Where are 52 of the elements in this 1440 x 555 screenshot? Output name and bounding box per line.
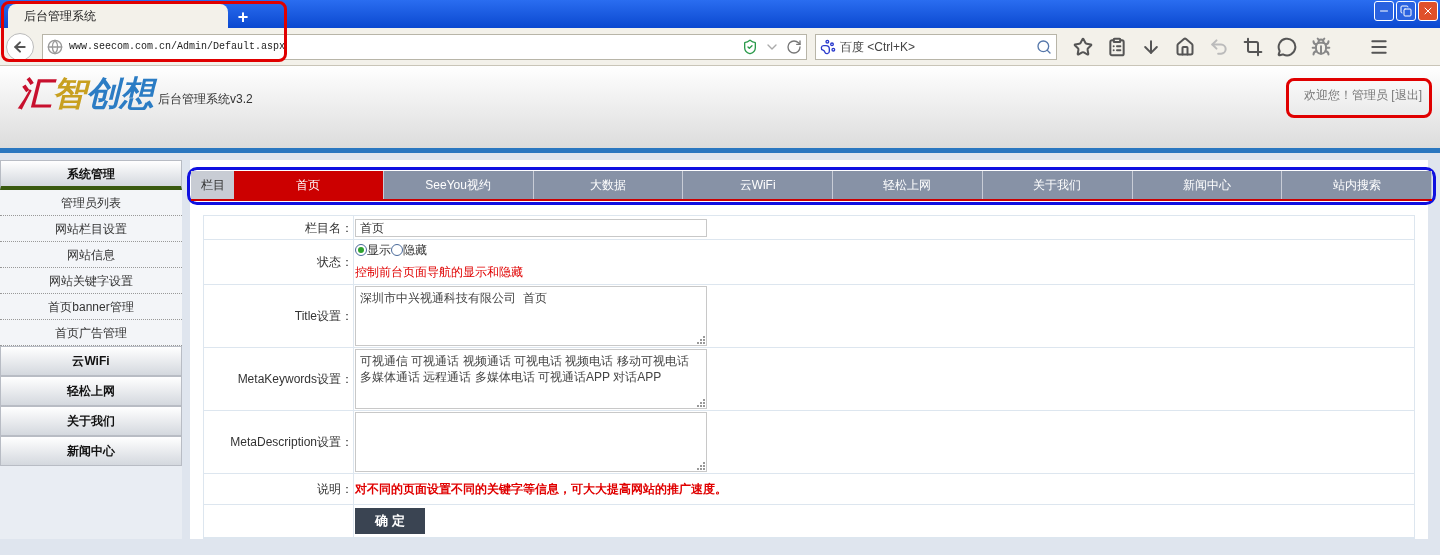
globe-icon <box>47 38 63 55</box>
bug-icon[interactable] <box>1311 36 1331 57</box>
chat-icon[interactable] <box>1277 36 1297 57</box>
radio-button[interactable] <box>391 244 403 256</box>
paw-icon[interactable] <box>820 38 836 55</box>
text-area[interactable]: 可视通信 可视通话 视频通话 可视电话 视频电话 移动可视电话 多媒体通话 远程通话 多媒体电话 可视通话APP 对话APP <box>355 349 707 409</box>
search-field[interactable]: 百度 <Ctrl+K> <box>815 33 1057 60</box>
sidebar-item[interactable]: 首页广告管理 <box>0 320 182 346</box>
hint-text: 控制前台页面导航的显示和隐藏 <box>355 264 523 281</box>
note-text: 对不同的页面设置不同的关键字等信息，可大大提高网站的推广速度。 <box>355 481 727 498</box>
text-field[interactable]: 首页 <box>355 218 707 237</box>
radio-button[interactable] <box>355 244 367 256</box>
field-label: Title设置： <box>294 308 353 325</box>
field-label: MetaDescription设置： <box>230 434 353 451</box>
sidebar-group-header[interactable]: 轻松上网 <box>0 376 182 406</box>
field-label: 栏目名： <box>305 219 353 237</box>
crop-icon[interactable] <box>1243 36 1263 57</box>
field-label: 状态： <box>317 254 353 271</box>
field-label: MetaKeywords设置： <box>237 371 353 388</box>
url-text[interactable]: www.seecom.com.cn/Admin/Default.aspx <box>69 39 286 54</box>
star-icon[interactable] <box>1073 36 1093 57</box>
radio-option[interactable]: 显示 <box>355 241 391 259</box>
reload-icon[interactable] <box>786 38 802 55</box>
sidebar-group-header[interactable]: 关于我们 <box>0 406 182 436</box>
home-icon[interactable] <box>1175 36 1195 57</box>
clipboard-icon[interactable] <box>1107 36 1127 57</box>
nav-tab[interactable]: 首页 <box>234 171 384 199</box>
address-bar[interactable]: www.seecom.com.cn/Admin/Default.aspx <box>42 33 807 60</box>
system-subtitle: 后台管理系统v3.2 <box>158 91 253 108</box>
sidebar-item[interactable]: 网站栏目设置 <box>0 216 182 242</box>
nav-label: 栏目 <box>191 171 234 199</box>
sidebar-item[interactable]: 管理员列表 <box>0 190 182 216</box>
search-icon[interactable] <box>1036 38 1052 55</box>
resize-grip-icon[interactable] <box>697 336 705 344</box>
confirm-button[interactable]: 确 定 <box>355 508 425 534</box>
sidebar-group-header[interactable]: 新闻中心 <box>0 436 182 466</box>
welcome-text: 欢迎您！管理员 <box>1304 87 1389 104</box>
new-tab-button[interactable]: + <box>228 6 258 28</box>
sidebar-group-header[interactable]: 云WiFi <box>0 346 182 376</box>
shield-icon[interactable] <box>742 38 758 55</box>
radio-option[interactable]: 隐藏 <box>391 241 427 259</box>
resize-grip-icon[interactable] <box>697 399 705 407</box>
sidebar-item[interactable]: 网站关键字设置 <box>0 268 182 294</box>
text-area[interactable]: 深圳市中兴视通科技有限公司 首页 <box>355 286 707 346</box>
sidebar-item[interactable]: 首页banner管理 <box>0 294 182 320</box>
resize-grip-icon[interactable] <box>697 462 705 470</box>
back-button[interactable] <box>6 32 34 61</box>
browser-tab[interactable]: 后台管理系统 <box>8 4 228 28</box>
logout-link[interactable]: [退出] <box>1391 86 1422 104</box>
field-label: 说明： <box>317 481 353 498</box>
sidebar-item[interactable]: 网站信息 <box>0 242 182 268</box>
sidebar-group-header[interactable]: 系统管理 <box>0 160 182 190</box>
